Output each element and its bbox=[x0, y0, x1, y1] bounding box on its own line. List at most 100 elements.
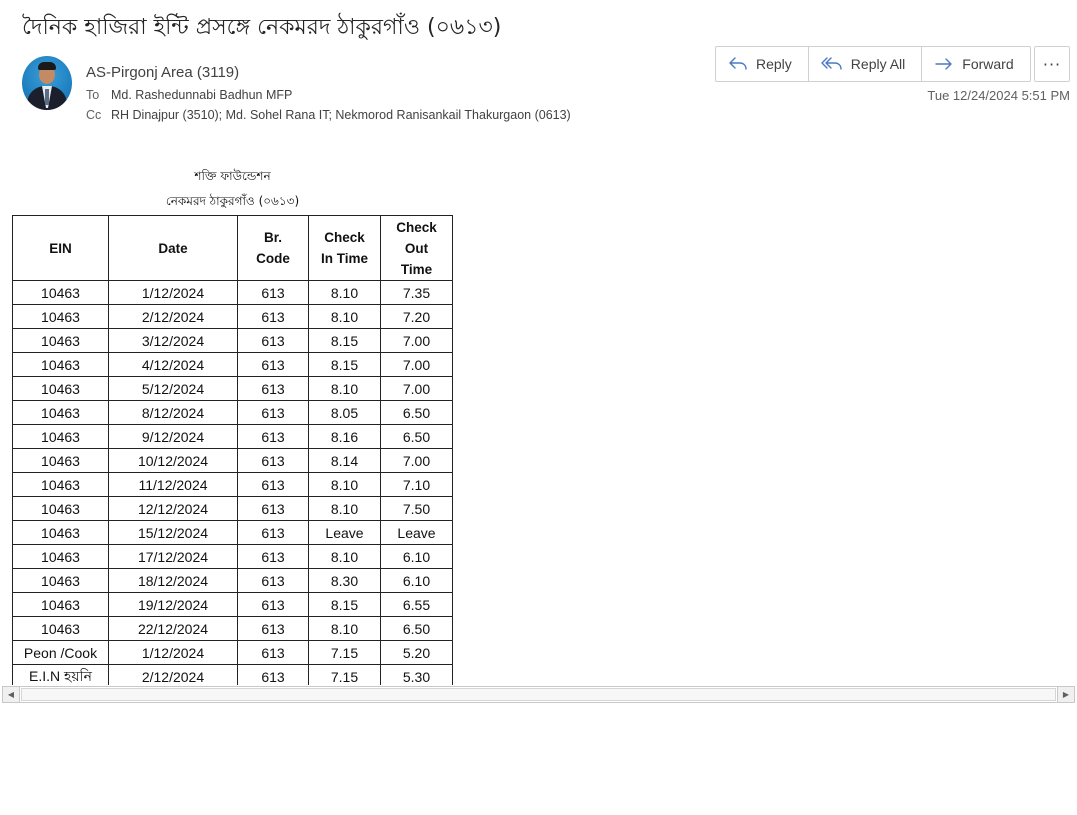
table-row: 10463 9/12/2024 613 8.16 6.50 bbox=[12, 424, 453, 449]
cell-ein: 10463 bbox=[12, 616, 109, 641]
cell-check-out: 7.00 bbox=[380, 448, 453, 473]
cell-branch-code: 613 bbox=[237, 664, 309, 685]
header-branch-code: Br. Code bbox=[237, 215, 309, 281]
cell-check-in: 8.10 bbox=[308, 616, 381, 641]
cell-branch-code: 613 bbox=[237, 496, 309, 521]
cell-date: 2/12/2024 bbox=[108, 304, 238, 329]
reply-all-icon bbox=[821, 57, 842, 70]
cell-check-out: 6.50 bbox=[380, 424, 453, 449]
cell-branch-code: 613 bbox=[237, 616, 309, 641]
cell-ein: 10463 bbox=[12, 304, 109, 329]
cell-branch-code: 613 bbox=[237, 592, 309, 617]
sent-date: Tue 12/24/2024 5:51 PM bbox=[927, 88, 1070, 103]
cell-check-out: 6.10 bbox=[380, 544, 453, 569]
cell-ein: 10463 bbox=[12, 544, 109, 569]
cc-recipients[interactable]: RH Dinajpur (3510); Md. Sohel Rana IT; N… bbox=[111, 108, 571, 122]
attendance-table-viewport: EIN Date Br. Code Check In Time Check Ou… bbox=[12, 215, 472, 685]
cell-check-in: 7.15 bbox=[308, 640, 381, 665]
table-row: 10463 5/12/2024 613 8.10 7.00 bbox=[12, 376, 453, 401]
cell-date: 15/12/2024 bbox=[108, 520, 238, 545]
cell-date: 1/12/2024 bbox=[108, 640, 238, 665]
cell-branch-code: 613 bbox=[237, 304, 309, 329]
cell-branch-code: 613 bbox=[237, 544, 309, 569]
cell-branch-code: 613 bbox=[237, 520, 309, 545]
cell-branch-code: 613 bbox=[237, 472, 309, 497]
cell-branch-code: 613 bbox=[237, 352, 309, 377]
table-row: 10463 15/12/2024 613 Leave Leave bbox=[12, 520, 453, 545]
to-recipients[interactable]: Md. Rashedunnabi Badhun MFP bbox=[111, 88, 292, 102]
table-row: Peon /Cook 1/12/2024 613 7.15 5.20 bbox=[12, 640, 453, 665]
more-icon: ··· bbox=[1042, 54, 1062, 74]
header-ein: EIN bbox=[12, 215, 109, 281]
reply-button[interactable]: Reply bbox=[716, 47, 809, 81]
cell-date: 17/12/2024 bbox=[108, 544, 238, 569]
sender-name[interactable]: AS-Pirgonj Area (3119) bbox=[86, 64, 239, 81]
cell-check-out: 7.50 bbox=[380, 496, 453, 521]
cell-ein: 10463 bbox=[12, 424, 109, 449]
cell-ein: 10463 bbox=[12, 352, 109, 377]
sender-avatar[interactable] bbox=[22, 56, 72, 110]
cell-ein: 10463 bbox=[12, 496, 109, 521]
cell-check-out: Leave bbox=[380, 520, 453, 545]
cell-check-in: 8.15 bbox=[308, 592, 381, 617]
cell-ein: E.I.N হয়নি bbox=[12, 664, 109, 685]
cell-date: 9/12/2024 bbox=[108, 424, 238, 449]
cell-date: 19/12/2024 bbox=[108, 592, 238, 617]
table-row: 10463 11/12/2024 613 8.10 7.10 bbox=[12, 472, 453, 497]
cell-check-out: 7.20 bbox=[380, 304, 453, 329]
cell-branch-code: 613 bbox=[237, 328, 309, 353]
reply-icon bbox=[729, 57, 747, 70]
horizontal-scrollbar[interactable]: ◀ ▶ bbox=[2, 686, 1075, 703]
table-row: 10463 19/12/2024 613 8.15 6.55 bbox=[12, 592, 453, 617]
cell-check-in: 8.15 bbox=[308, 328, 381, 353]
cell-branch-code: 613 bbox=[237, 568, 309, 593]
cell-ein: Peon /Cook bbox=[12, 640, 109, 665]
cell-date: 3/12/2024 bbox=[108, 328, 238, 353]
cell-check-out: 6.50 bbox=[380, 616, 453, 641]
cell-check-in: 8.15 bbox=[308, 352, 381, 377]
cell-ein: 10463 bbox=[12, 568, 109, 593]
cell-date: 18/12/2024 bbox=[108, 568, 238, 593]
forward-icon bbox=[935, 58, 952, 70]
table-row: E.I.N হয়নি 2/12/2024 613 7.15 5.30 bbox=[12, 664, 453, 685]
reply-all-button[interactable]: Reply All bbox=[809, 47, 923, 81]
table-row: 10463 4/12/2024 613 8.15 7.00 bbox=[12, 352, 453, 377]
more-actions-button[interactable]: ··· bbox=[1034, 46, 1070, 82]
cell-check-in: 8.16 bbox=[308, 424, 381, 449]
cell-branch-code: 613 bbox=[237, 376, 309, 401]
table-row: 10463 1/12/2024 613 8.10 7.35 bbox=[12, 280, 453, 305]
cell-check-out: 6.55 bbox=[380, 592, 453, 617]
cell-date: 22/12/2024 bbox=[108, 616, 238, 641]
cell-ein: 10463 bbox=[12, 472, 109, 497]
scroll-left-icon[interactable]: ◀ bbox=[3, 687, 20, 702]
table-header-row: EIN Date Br. Code Check In Time Check Ou… bbox=[12, 215, 453, 281]
table-row: 10463 22/12/2024 613 8.10 6.50 bbox=[12, 616, 453, 641]
cell-ein: 10463 bbox=[12, 376, 109, 401]
cell-branch-code: 613 bbox=[237, 448, 309, 473]
table-row: 10463 18/12/2024 613 8.30 6.10 bbox=[12, 568, 453, 593]
cell-check-in: Leave bbox=[308, 520, 381, 545]
reply-all-label: Reply All bbox=[850, 56, 906, 72]
cell-date: 8/12/2024 bbox=[108, 400, 238, 425]
cell-ein: 10463 bbox=[12, 400, 109, 425]
cell-check-out: 6.10 bbox=[380, 568, 453, 593]
header-check-in: Check In Time bbox=[308, 215, 381, 281]
branch-name: নেকমরদ ঠাকুরগাঁও (০৬১৩) bbox=[165, 194, 300, 208]
cell-date: 12/12/2024 bbox=[108, 496, 238, 521]
organization-name: শক্তি ফাউন্ডেশন bbox=[194, 169, 271, 183]
cell-check-in: 8.05 bbox=[308, 400, 381, 425]
to-line: To Md. Rashedunnabi Badhun MFP bbox=[86, 88, 292, 102]
cell-date: 1/12/2024 bbox=[108, 280, 238, 305]
cell-date: 5/12/2024 bbox=[108, 376, 238, 401]
scrollbar-thumb[interactable] bbox=[21, 688, 1056, 701]
cell-check-in: 8.10 bbox=[308, 376, 381, 401]
cc-line: Cc RH Dinajpur (3510); Md. Sohel Rana IT;… bbox=[86, 108, 571, 122]
forward-button[interactable]: Forward bbox=[922, 47, 1029, 81]
scroll-right-icon[interactable]: ▶ bbox=[1057, 687, 1074, 702]
reply-label: Reply bbox=[756, 56, 792, 72]
cell-check-out: 7.00 bbox=[380, 376, 453, 401]
cell-date: 4/12/2024 bbox=[108, 352, 238, 377]
table-row: 10463 2/12/2024 613 8.10 7.20 bbox=[12, 304, 453, 329]
cell-ein: 10463 bbox=[12, 448, 109, 473]
cell-check-out: 7.00 bbox=[380, 352, 453, 377]
